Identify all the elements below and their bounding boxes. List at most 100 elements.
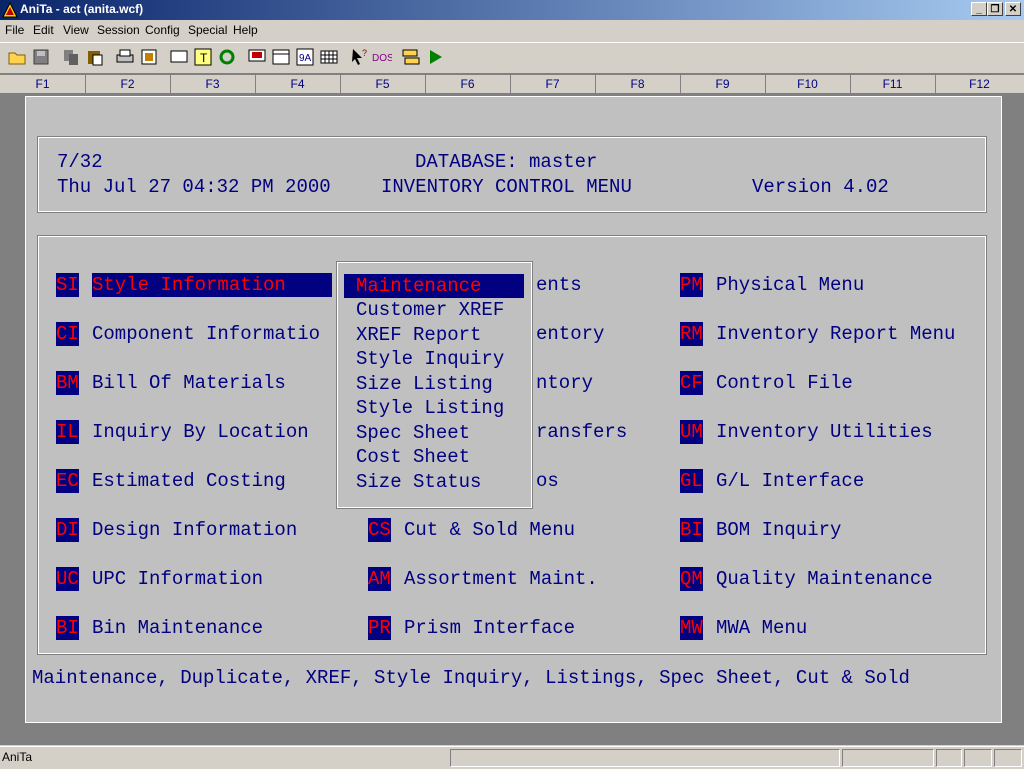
fkey-f5[interactable]: F5 xyxy=(340,75,426,93)
window-title: AniTa - act (anita.wcf) xyxy=(20,2,144,16)
submenu-item-cost-sheet[interactable]: Cost Sheet xyxy=(344,445,524,469)
menu-item-partial[interactable]: entory xyxy=(536,322,604,346)
maximize-button[interactable]: ❐ xyxy=(987,2,1003,16)
menu-config[interactable]: Config xyxy=(145,23,180,37)
version-label: Version 4.02 xyxy=(752,176,889,198)
fkey-f9[interactable]: F9 xyxy=(680,75,766,93)
menu-item-mwa-menu[interactable]: MWA Menu xyxy=(716,616,807,640)
grid-icon[interactable] xyxy=(318,46,340,68)
status-bar: AniTa xyxy=(0,746,1024,769)
fkey-f2[interactable]: F2 xyxy=(85,75,171,93)
monitor-icon[interactable] xyxy=(246,46,268,68)
svg-text:T: T xyxy=(200,51,208,65)
menu-item-style-information[interactable]: Style Information xyxy=(92,273,332,297)
save-icon[interactable] xyxy=(30,46,52,68)
header-box xyxy=(37,136,987,213)
menu-code: BI xyxy=(680,518,703,542)
menu-item-physical-menu[interactable]: Physical Menu xyxy=(716,273,864,297)
minimize-button[interactable]: _ xyxy=(971,2,987,16)
menu-item-inventory-report-menu[interactable]: Inventory Report Menu xyxy=(716,322,955,346)
fkey-f7[interactable]: F7 xyxy=(510,75,596,93)
transfer-icon[interactable] xyxy=(400,46,422,68)
anita-logo-icon xyxy=(2,2,18,18)
fkey-f8[interactable]: F8 xyxy=(595,75,681,93)
toolbar: T 9A ? DOS xyxy=(0,42,1024,74)
menu-item-inquiry-by-location[interactable]: Inquiry By Location xyxy=(92,420,309,444)
menu-code: CF xyxy=(680,371,703,395)
screen-icon[interactable] xyxy=(168,46,190,68)
print-setup-icon[interactable] xyxy=(138,46,160,68)
menu-code: RM xyxy=(680,322,703,346)
play-icon[interactable] xyxy=(424,46,446,68)
menu-item-gl-interface[interactable]: G/L Interface xyxy=(716,469,864,493)
font-icon[interactable]: 9A xyxy=(294,46,316,68)
submenu-item-size-listing[interactable]: Size Listing xyxy=(344,372,524,396)
menu-item-estimated-costing[interactable]: Estimated Costing xyxy=(92,469,286,493)
menu-code: AM xyxy=(368,567,391,591)
dos-icon[interactable]: DOS xyxy=(370,46,392,68)
status-panel xyxy=(964,749,992,767)
submenu-item-spec-sheet[interactable]: Spec Sheet xyxy=(344,421,524,445)
menu-code: BM xyxy=(56,371,79,395)
menu-code: IL xyxy=(56,420,79,444)
status-panel xyxy=(936,749,962,767)
menu-item-partial[interactable]: ransfers xyxy=(536,420,627,444)
submenu-item-maintenance[interactable]: Maintenance xyxy=(344,274,524,298)
function-key-bar: F1 F2 F3 F4 F5 F6 F7 F8 F9 F10 F11 F12 xyxy=(0,74,1024,94)
menu-item-partial[interactable]: ntory xyxy=(536,371,593,395)
menu-item-control-file[interactable]: Control File xyxy=(716,371,853,395)
menu-code: PM xyxy=(680,273,703,297)
menu-item-bom-inquiry[interactable]: BOM Inquiry xyxy=(716,518,841,542)
fkey-f12[interactable]: F12 xyxy=(935,75,1024,93)
menu-title: INVENTORY CONTROL MENU xyxy=(381,176,632,198)
menu-code: MW xyxy=(680,616,703,640)
menu-item-assortment-maint[interactable]: Assortment Maint. xyxy=(404,567,598,591)
status-app-name: AniTa xyxy=(2,750,33,764)
menu-code: QM xyxy=(680,567,703,591)
menu-item-prism-interface[interactable]: Prism Interface xyxy=(404,616,575,640)
open-folder-icon[interactable] xyxy=(6,46,28,68)
pointer-help-icon[interactable]: ? xyxy=(348,46,370,68)
fkey-f11[interactable]: F11 xyxy=(850,75,936,93)
close-button[interactable]: ✕ xyxy=(1005,2,1021,16)
fkey-f6[interactable]: F6 xyxy=(425,75,511,93)
title-bar[interactable]: AniTa - act (anita.wcf) _ ❐ ✕ xyxy=(0,0,1024,20)
paste-icon[interactable] xyxy=(84,46,106,68)
window-icon[interactable] xyxy=(270,46,292,68)
submenu-item-customer-xref[interactable]: Customer XREF xyxy=(344,298,524,322)
menu-session[interactable]: Session xyxy=(97,23,140,37)
menu-item-design-information[interactable]: Design Information xyxy=(92,518,297,542)
menu-item-partial[interactable]: ents xyxy=(536,273,582,297)
menu-item-upc-information[interactable]: UPC Information xyxy=(92,567,263,591)
menu-special[interactable]: Special xyxy=(188,23,227,37)
menu-edit[interactable]: Edit xyxy=(33,23,54,37)
menu-item-partial[interactable]: os xyxy=(536,469,559,493)
menu-item-inventory-utilities[interactable]: Inventory Utilities xyxy=(716,420,933,444)
hint-line: Maintenance, Duplicate, XREF, Style Inqu… xyxy=(32,667,910,689)
menu-help[interactable]: Help xyxy=(233,23,258,37)
refresh-icon[interactable] xyxy=(216,46,238,68)
print-icon[interactable] xyxy=(114,46,136,68)
fkey-f3[interactable]: F3 xyxy=(170,75,256,93)
submenu-item-xref-report[interactable]: XREF Report xyxy=(344,323,524,347)
menu-item-quality-maintenance[interactable]: Quality Maintenance xyxy=(716,567,933,591)
fkey-f10[interactable]: F10 xyxy=(765,75,851,93)
menu-code: UC xyxy=(56,567,79,591)
menu-code: EC xyxy=(56,469,79,493)
submenu-item-style-inquiry[interactable]: Style Inquiry xyxy=(344,347,524,371)
menu-item-bill-of-materials[interactable]: Bill Of Materials xyxy=(92,371,286,395)
submenu-item-style-listing[interactable]: Style Listing xyxy=(344,396,524,420)
style-information-submenu: Maintenance Customer XREF XREF Report St… xyxy=(336,261,533,509)
menu-item-component-information[interactable]: Component Informatio xyxy=(92,322,320,346)
submenu-item-size-status[interactable]: Size Status xyxy=(344,470,524,494)
fkey-f4[interactable]: F4 xyxy=(255,75,341,93)
menu-code: DI xyxy=(56,518,79,542)
menu-item-cut-and-sold[interactable]: Cut & Sold Menu xyxy=(404,518,575,542)
menu-code: GL xyxy=(680,469,703,493)
menu-item-bin-maintenance[interactable]: Bin Maintenance xyxy=(92,616,263,640)
screen-highlight-icon[interactable]: T xyxy=(192,46,214,68)
fkey-f1[interactable]: F1 xyxy=(0,75,86,93)
menu-file[interactable]: File xyxy=(5,23,24,37)
copy-icon[interactable] xyxy=(60,46,82,68)
menu-view[interactable]: View xyxy=(63,23,89,37)
